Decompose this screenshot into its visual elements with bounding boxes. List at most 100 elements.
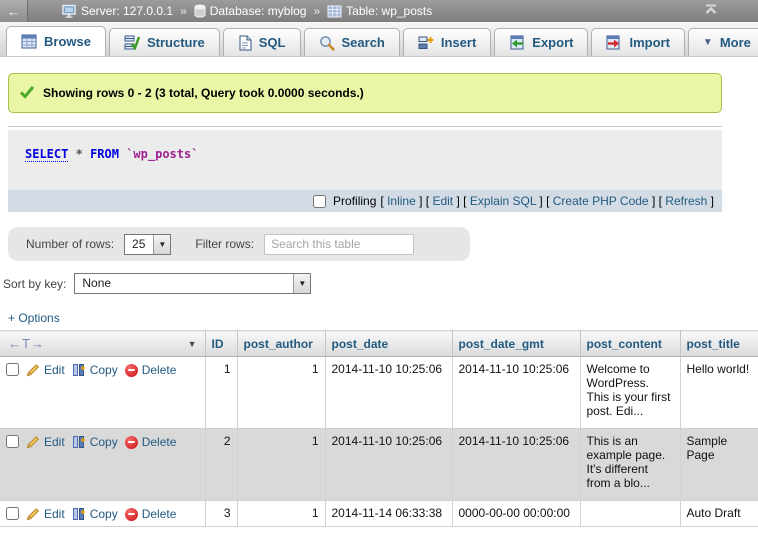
cell-id: 1: [205, 357, 237, 429]
sort-by-key-label: Sort by key:: [3, 277, 66, 291]
collapse-icon[interactable]: [704, 4, 718, 18]
tab-label: Import: [629, 35, 669, 50]
number-of-rows-select[interactable]: 25 ▼: [124, 234, 171, 255]
row-actions-cell: Edit Copy Delete: [0, 429, 205, 501]
tab-label: More: [720, 35, 751, 50]
cell-post-content: This is an example page. It's different …: [580, 429, 680, 501]
row-actions-cell: Edit Copy Delete: [0, 501, 205, 527]
back-button[interactable]: ←: [0, 0, 28, 22]
cell-post-date: 2014-11-10 10:25:06: [325, 357, 452, 429]
tab-sql[interactable]: SQL: [223, 28, 301, 56]
status-message-text: Showing rows 0 - 2 (3 total, Query took …: [43, 86, 364, 100]
table-row: EditCopyDelete112014-11-10 10:25:062014-…: [0, 357, 758, 429]
row-controls: Number of rows: 25 ▼ Filter rows:: [8, 227, 470, 261]
profiling-label: Profiling: [333, 194, 376, 208]
header-row: ←T→ ▼ ID post_author post_date post_date…: [0, 331, 758, 357]
cell-post-author: 1: [237, 429, 325, 501]
edit-link[interactable]: Edit: [44, 507, 65, 521]
pencil-icon: [26, 507, 40, 521]
tab-import[interactable]: Import: [591, 28, 684, 56]
tab-search[interactable]: Search: [304, 28, 400, 56]
explain-sql-link[interactable]: Explain SQL: [470, 194, 536, 208]
tab-export[interactable]: Export: [494, 28, 588, 56]
row-checkbox[interactable]: [6, 507, 19, 520]
breadcrumb-table[interactable]: Table: wp_posts: [327, 4, 432, 18]
breadcrumb-database[interactable]: Database: myblog: [194, 4, 307, 18]
breadcrumb-database-label: Database: myblog: [210, 4, 307, 18]
column-header-id[interactable]: ID: [205, 331, 237, 357]
refresh-link[interactable]: Refresh: [665, 194, 707, 208]
edit-link[interactable]: Edit: [44, 363, 65, 377]
tab-insert[interactable]: Insert: [403, 28, 491, 56]
cell-id: 2: [205, 429, 237, 501]
delete-link[interactable]: Delete: [142, 363, 177, 377]
create-php-code-link[interactable]: Create PHP Code: [553, 194, 649, 208]
column-header-post-title[interactable]: post_title: [680, 331, 758, 357]
edit-link[interactable]: Edit: [44, 435, 65, 449]
delete-icon: [125, 364, 138, 377]
table-row: EditCopyDelete212014-11-10 10:25:062014-…: [0, 429, 758, 501]
tab-bar: Browse Structure SQL Search Insert Export Impo…: [0, 22, 758, 57]
table-icon: [327, 5, 342, 18]
sort-by-key-select[interactable]: None ▼: [74, 273, 311, 294]
search-icon: [319, 35, 335, 51]
tab-structure[interactable]: Structure: [109, 28, 220, 56]
sql-star: *: [76, 147, 83, 161]
cell-post-content: [580, 501, 680, 527]
bracket: [: [543, 194, 553, 208]
export-icon: [509, 35, 525, 50]
breadcrumb: Server: 127.0.0.1 » Database: myblog » T…: [62, 4, 432, 18]
query-options-bar: Profiling [ Inline ] [ Edit ] [ Explain …: [8, 190, 722, 212]
bracket: [: [460, 194, 470, 208]
tab-label: Structure: [147, 35, 205, 50]
cell-post-content: Welcome to WordPress. This is your first…: [580, 357, 680, 429]
edit-link[interactable]: Edit: [432, 194, 453, 208]
delete-link[interactable]: Delete: [142, 435, 177, 449]
breadcrumb-server[interactable]: Server: 127.0.0.1: [62, 4, 173, 18]
cell-post-title: Sample Page: [680, 429, 758, 501]
browse-icon: [21, 34, 37, 49]
transpose-icon[interactable]: ←T→: [8, 336, 45, 351]
pencil-icon: [26, 363, 40, 377]
sql-icon: [238, 35, 252, 51]
delete-icon: [125, 436, 138, 449]
tab-label: Insert: [441, 35, 476, 50]
tab-browse[interactable]: Browse: [6, 26, 106, 56]
delete-icon: [125, 508, 138, 521]
copy-link[interactable]: Copy: [90, 363, 118, 377]
cell-post-author: 1: [237, 357, 325, 429]
column-header-post-author[interactable]: post_author: [237, 331, 325, 357]
check-icon: [19, 85, 35, 102]
profiling-checkbox[interactable]: [313, 195, 326, 208]
copy-icon: [72, 363, 86, 377]
table-row: EditCopyDelete312014-11-14 06:33:380000-…: [0, 501, 758, 527]
sort-by-key-row: Sort by key: None ▼: [3, 273, 758, 294]
copy-link[interactable]: Copy: [90, 435, 118, 449]
row-checkbox[interactable]: [6, 363, 19, 376]
filter-rows-label: Filter rows:: [195, 237, 254, 251]
row-checkbox[interactable]: [6, 435, 19, 448]
delete-link[interactable]: Delete: [142, 507, 177, 521]
insert-icon: [418, 35, 434, 50]
options-toggle[interactable]: + Options: [8, 311, 60, 325]
sql-select-keyword[interactable]: SELECT: [25, 147, 68, 162]
filter-rows-input[interactable]: [264, 234, 414, 255]
number-of-rows-value: 25: [125, 235, 153, 254]
copy-icon: [72, 507, 86, 521]
cell-post-date: 2014-11-10 10:25:06: [325, 429, 452, 501]
chevron-down-icon[interactable]: ▼: [188, 339, 197, 349]
breadcrumb-table-label: Table: wp_posts: [346, 4, 432, 18]
cell-post-title: Hello world!: [680, 357, 758, 429]
column-header-post-content[interactable]: post_content: [580, 331, 680, 357]
inline-link[interactable]: Inline: [387, 194, 416, 208]
tab-label: Export: [532, 35, 573, 50]
cell-post-title: Auto Draft: [680, 501, 758, 527]
column-header-post-date-gmt[interactable]: post_date_gmt: [452, 331, 580, 357]
copy-link[interactable]: Copy: [90, 507, 118, 521]
sql-from-keyword: FROM: [90, 147, 119, 161]
cell-id: 3: [205, 501, 237, 527]
cell-post-date-gmt: 2014-11-10 10:25:06: [452, 357, 580, 429]
column-header-post-date[interactable]: post_date: [325, 331, 452, 357]
tab-more[interactable]: ▼More: [688, 28, 758, 56]
tab-label: Search: [342, 35, 385, 50]
